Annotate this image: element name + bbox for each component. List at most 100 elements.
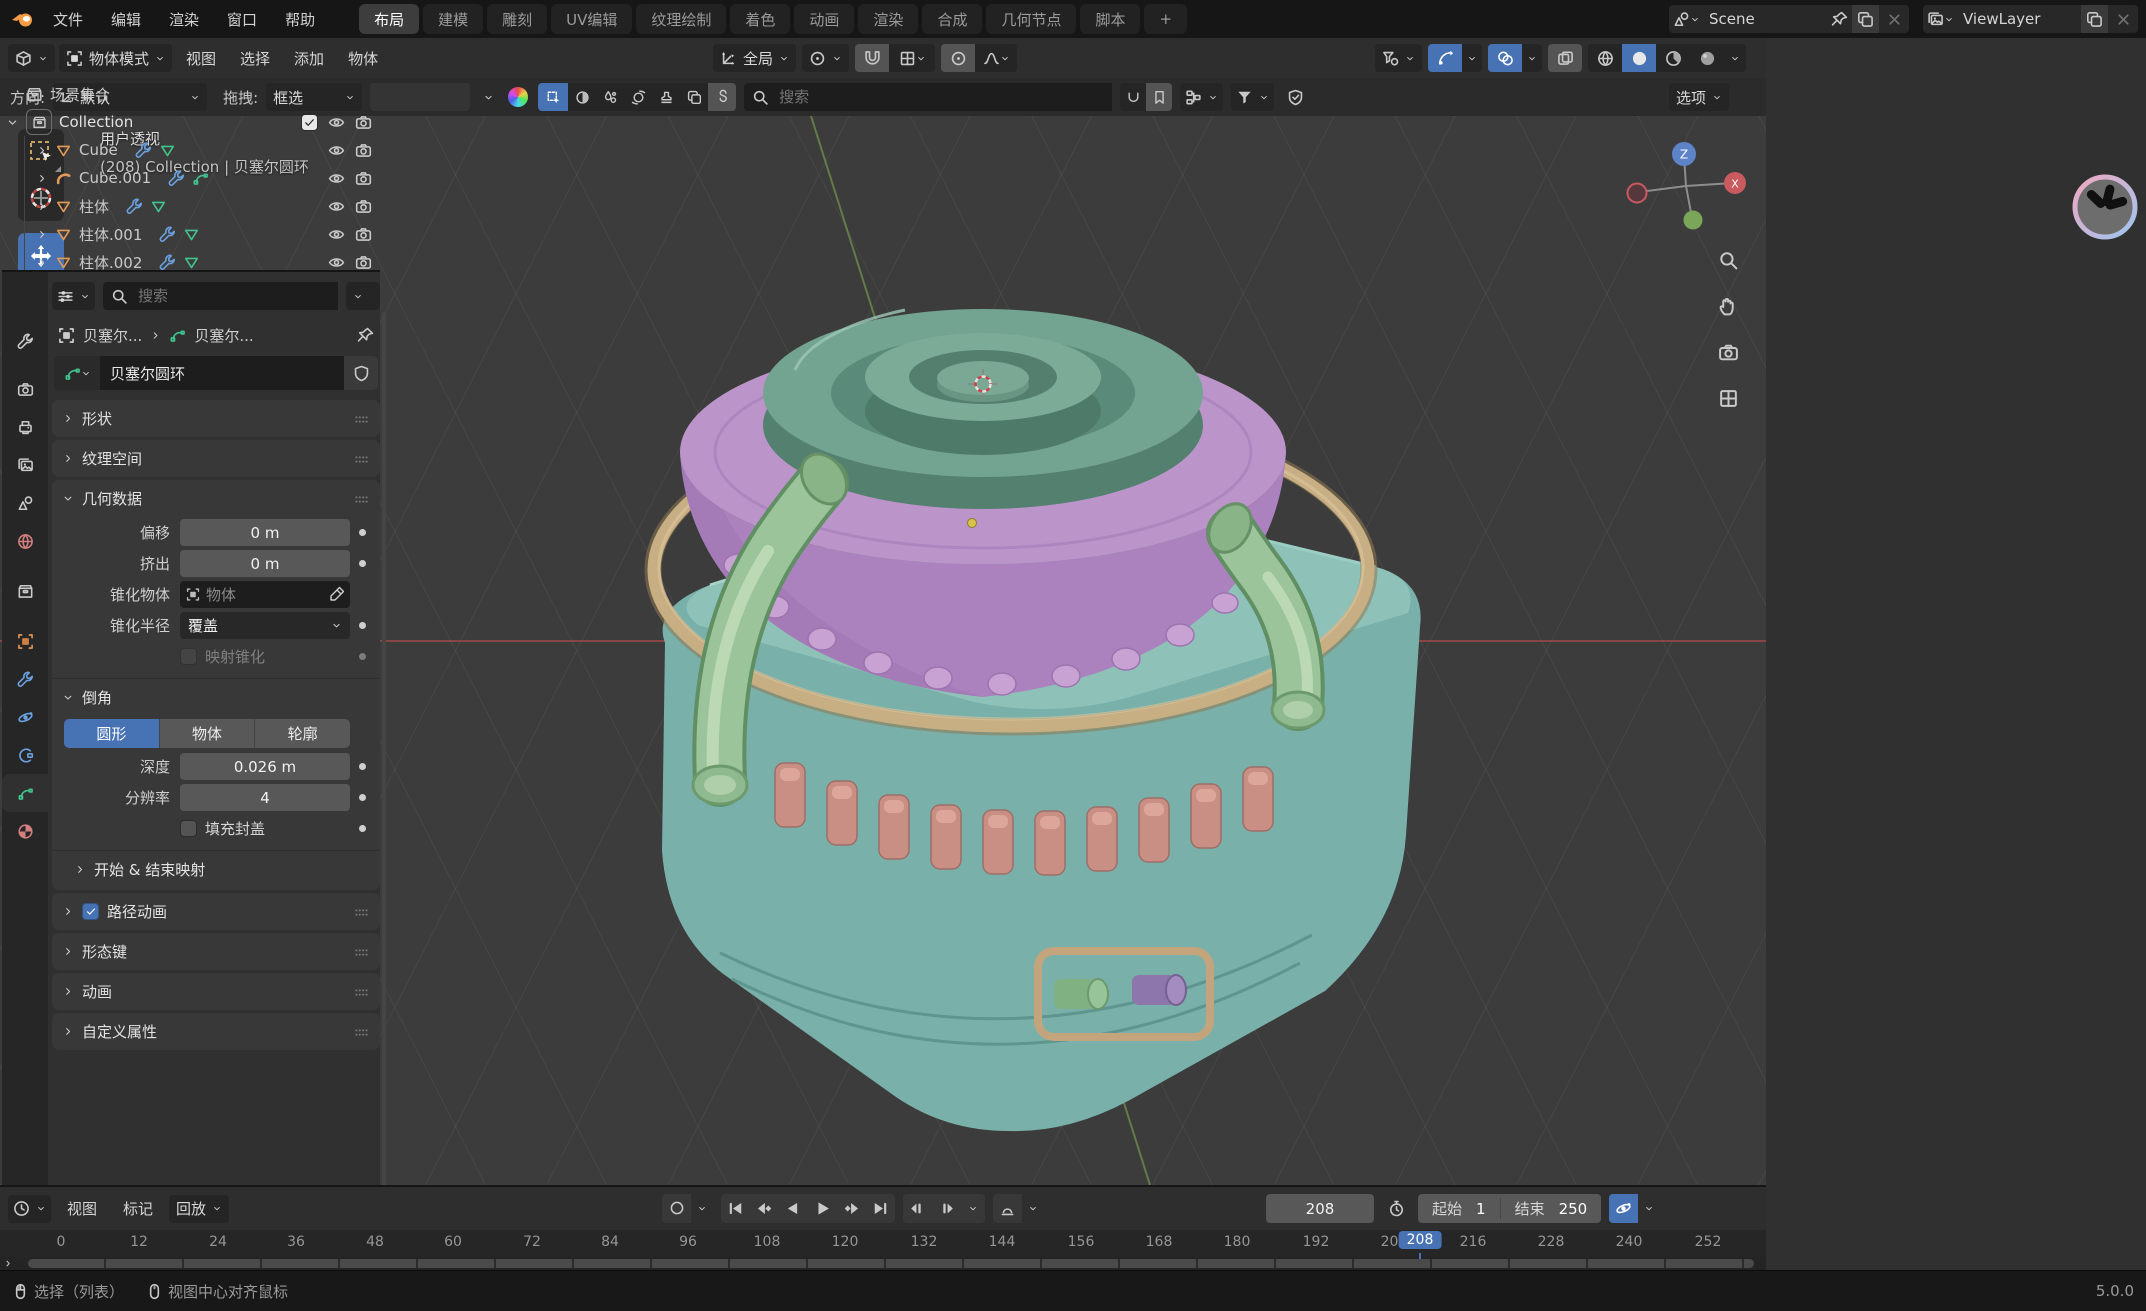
- pin-icon[interactable]: [357, 327, 374, 344]
- animate-dot[interactable]: [359, 560, 366, 567]
- auto-keying-dropdown[interactable]: [691, 1194, 713, 1223]
- breadcrumb-data[interactable]: 贝塞尔...: [194, 325, 253, 346]
- outliner-row-cylinder002[interactable]: 柱体.002: [2, 248, 380, 270]
- tool-search-field[interactable]: [744, 83, 1112, 111]
- workspace-tab-layout[interactable]: 布局: [359, 4, 419, 34]
- validate-shield-icon[interactable]: [1282, 89, 1308, 106]
- ortho-grid-icon[interactable]: [1712, 382, 1744, 414]
- render-camera-icon[interactable]: [355, 254, 372, 271]
- jump-to-end-button[interactable]: [866, 1194, 895, 1223]
- workspace-tab-uv[interactable]: UV编辑: [551, 4, 632, 34]
- gizmos-dropdown[interactable]: [1462, 44, 1482, 72]
- frame-end-field[interactable]: 结束 250: [1501, 1198, 1602, 1219]
- visibility-dropdown[interactable]: [1375, 44, 1422, 72]
- scene-name[interactable]: Scene: [1703, 10, 1826, 28]
- viewlayer-selector[interactable]: ViewLayer: [1923, 5, 2138, 33]
- shading-material-button[interactable]: [1656, 44, 1690, 72]
- tab-scene[interactable]: [2, 484, 48, 522]
- datablock-name[interactable]: 贝塞尔圆环: [100, 363, 344, 384]
- outliner-row-cylinder001[interactable]: 柱体.001: [2, 220, 380, 248]
- datablock-name-field[interactable]: 贝塞尔圆环: [54, 356, 378, 390]
- mesh-data-icon[interactable]: [183, 226, 200, 243]
- tab-physics[interactable]: [2, 698, 48, 736]
- tab-modifiers[interactable]: [2, 660, 48, 698]
- remove-viewlayer-button[interactable]: [2108, 11, 2138, 28]
- filter-halfsphere-button[interactable]: [568, 83, 596, 111]
- hide-eye-icon[interactable]: [328, 170, 345, 187]
- properties-search-input[interactable]: [132, 282, 338, 310]
- pin-icon[interactable]: [1826, 11, 1852, 28]
- workspace-tab-shading[interactable]: 着色: [730, 4, 790, 34]
- tab-render[interactable]: [2, 370, 48, 408]
- frame-back-button[interactable]: [903, 1194, 932, 1223]
- pivot-point-dropdown[interactable]: [802, 44, 849, 72]
- empty-field[interactable]: [370, 83, 470, 111]
- menu-window[interactable]: 窗口: [214, 0, 270, 38]
- tab-object[interactable]: [2, 622, 48, 660]
- fake-user-shield-button[interactable]: [344, 356, 378, 390]
- sync-dropdown[interactable]: [1638, 1194, 1660, 1223]
- modifier-wrench-icon[interactable]: [168, 170, 185, 187]
- map-taper-checkbox[interactable]: [180, 648, 197, 665]
- panel-drag-handle[interactable]: [353, 904, 370, 921]
- next-keyframe-button[interactable]: [837, 1194, 866, 1223]
- workspace-tab-compositing[interactable]: 合成: [922, 4, 982, 34]
- expand-chevron-icon[interactable]: [6, 114, 19, 131]
- region-expand-icon[interactable]: [2, 1257, 14, 1269]
- hide-eye-icon[interactable]: [328, 254, 345, 271]
- expand-chevron-icon[interactable]: [36, 170, 48, 187]
- overlays-toggle[interactable]: [1488, 44, 1522, 72]
- timeline-menu-view[interactable]: 视图: [57, 1195, 107, 1223]
- viewport-menu-select[interactable]: 选择: [230, 44, 280, 72]
- panel-drag-handle[interactable]: [353, 451, 370, 468]
- render-camera-icon[interactable]: [355, 198, 372, 215]
- options-dropdown[interactable]: 选项: [1669, 83, 1729, 111]
- animate-dot[interactable]: [359, 825, 366, 832]
- hide-eye-icon[interactable]: [328, 114, 345, 131]
- render-camera-icon[interactable]: [355, 142, 372, 159]
- panel-drag-handle[interactable]: [353, 491, 370, 508]
- timeline-menu-marker[interactable]: 标记: [113, 1195, 163, 1223]
- unlink-scene-button[interactable]: [1879, 11, 1909, 28]
- animate-dot[interactable]: [359, 622, 366, 629]
- tab-material[interactable]: [2, 812, 48, 850]
- mesh-data-icon[interactable]: [150, 198, 167, 215]
- panel-path-animation[interactable]: 路径动画: [52, 893, 380, 930]
- shading-rendered-button[interactable]: [1690, 44, 1724, 72]
- animate-dot[interactable]: [359, 653, 366, 660]
- playhead[interactable]: 208: [1399, 1231, 1442, 1249]
- play-button[interactable]: [808, 1194, 837, 1223]
- tab-tool[interactable]: [2, 322, 48, 360]
- keying-set-button[interactable]: [993, 1194, 1022, 1223]
- tab-output[interactable]: [2, 408, 48, 446]
- extrude-field[interactable]: 0 m: [180, 550, 350, 577]
- workspace-tab-sculpting[interactable]: 雕刻: [487, 4, 547, 34]
- panel-custom-properties[interactable]: 自定义属性: [52, 1013, 380, 1050]
- path-animation-checkbox[interactable]: [82, 903, 99, 920]
- sync-playback-toggle[interactable]: [1609, 1194, 1638, 1223]
- tree-filter-dropdown[interactable]: [1180, 83, 1223, 111]
- frame-forward-button[interactable]: [932, 1194, 961, 1223]
- filter-world-button[interactable]: [624, 83, 652, 111]
- jump-to-start-button[interactable]: [721, 1194, 750, 1223]
- eyedropper-icon[interactable]: [329, 586, 344, 603]
- subpanel-start-end-header[interactable]: 开始 & 结束映射: [52, 850, 380, 888]
- tab-view-layer[interactable]: [2, 446, 48, 484]
- panel-drag-handle[interactable]: [353, 984, 370, 1001]
- offset-field[interactable]: 0 m: [180, 519, 350, 546]
- panel-shape-keys[interactable]: 形态键: [52, 933, 380, 970]
- collection-checkbox[interactable]: [301, 114, 318, 131]
- frame-step-dropdown[interactable]: [961, 1194, 985, 1223]
- modifier-wrench-icon[interactable]: [159, 254, 176, 271]
- expand-chevron-icon[interactable]: [36, 198, 48, 215]
- properties-scrollbar[interactable]: [382, 312, 386, 1260]
- falloff-dropdown[interactable]: [975, 44, 1017, 72]
- bookmark-button[interactable]: [1146, 83, 1172, 111]
- bevel-mode-object[interactable]: 物体: [160, 719, 256, 748]
- curve-datablock-icon[interactable]: [54, 356, 100, 390]
- auto-keying-record-button[interactable]: [662, 1194, 691, 1223]
- blender-logo-icon[interactable]: [8, 11, 38, 28]
- bevel-mode-round[interactable]: 圆形: [64, 719, 160, 748]
- scene-selector[interactable]: Scene: [1669, 5, 1909, 33]
- modifier-wrench-icon[interactable]: [135, 142, 152, 159]
